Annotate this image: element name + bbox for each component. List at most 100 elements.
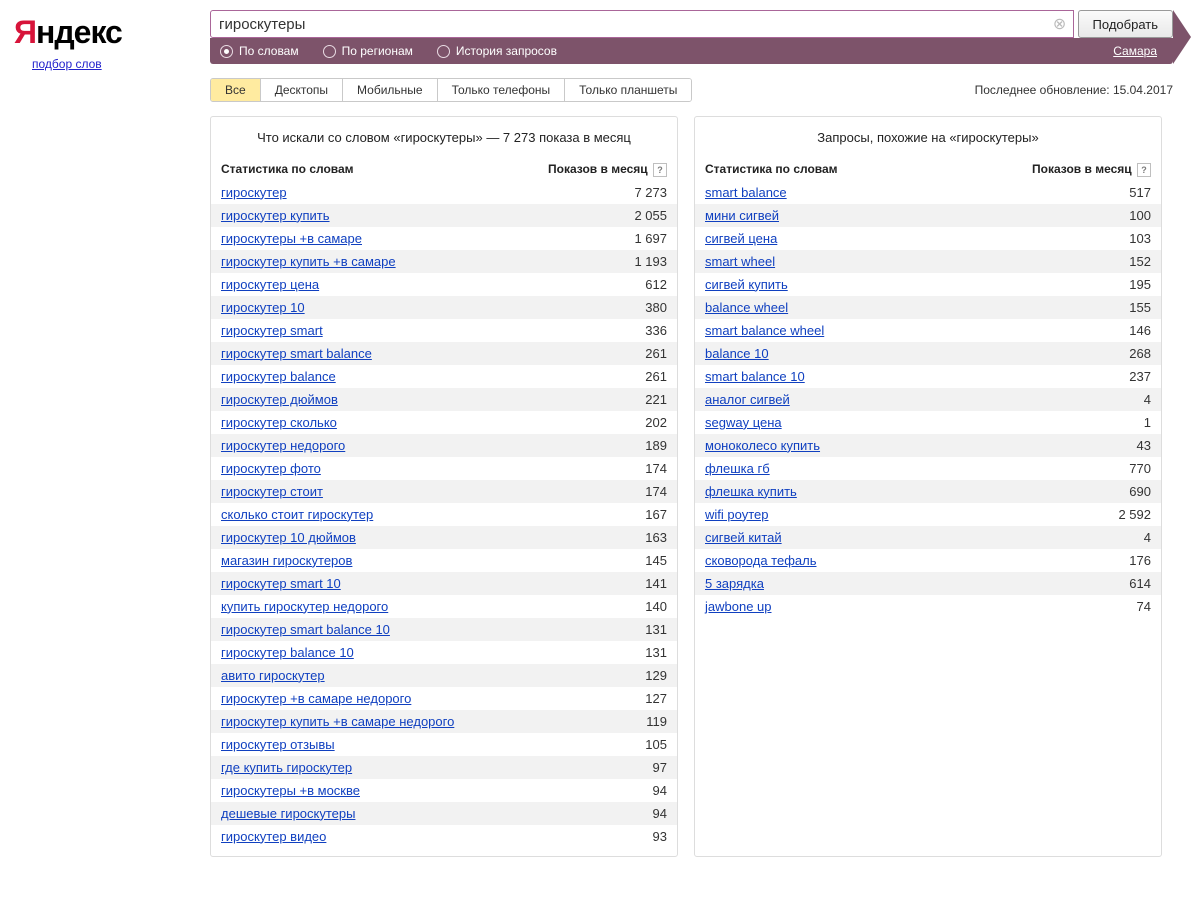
- logo-subtitle-link[interactable]: подбор слов: [32, 57, 102, 71]
- count-value: 612: [547, 277, 667, 292]
- keyword-link[interactable]: авито гироскутер: [221, 668, 325, 683]
- count-value: 380: [547, 300, 667, 315]
- keyword-link[interactable]: smart wheel: [705, 254, 775, 269]
- table-row: гироскутер smart balance261: [211, 342, 677, 365]
- keyword-link[interactable]: где купить гироскутер: [221, 760, 352, 775]
- keyword-link[interactable]: smart balance wheel: [705, 323, 824, 338]
- count-value: 97: [547, 760, 667, 775]
- count-value: 141: [547, 576, 667, 591]
- table-row: купить гироскутер недорого 140: [211, 595, 677, 618]
- count-value: 7 273: [547, 185, 667, 200]
- filter-by-words[interactable]: По словам: [220, 44, 299, 58]
- keyword-link[interactable]: флешка купить: [705, 484, 797, 499]
- keyword-link[interactable]: segway цена: [705, 415, 782, 430]
- keyword-link[interactable]: гироскутер недорого: [221, 438, 345, 453]
- keyword-link[interactable]: гироскутер balance: [221, 369, 336, 384]
- keyword-link[interactable]: гироскутер отзывы: [221, 737, 335, 752]
- table-row: гироскутер стоит 174: [211, 480, 677, 503]
- keyword-link[interactable]: гироскутер фото: [221, 461, 321, 476]
- count-value: 4: [1031, 392, 1151, 407]
- filter-history[interactable]: История запросов: [437, 44, 557, 58]
- help-icon[interactable]: ?: [653, 163, 667, 177]
- keyword-link[interactable]: гироскутер купить +в самаре: [221, 254, 396, 269]
- keyword-link[interactable]: гироскутер smart: [221, 323, 323, 338]
- filters-bar: По словам По регионам История запросов С…: [210, 38, 1173, 64]
- keyword-link[interactable]: сигвей купить: [705, 277, 788, 292]
- keyword-link[interactable]: аналог сигвей: [705, 392, 790, 407]
- table-row: гироскутер smart 10 141: [211, 572, 677, 595]
- table-row: гироскутер smart balance 10131: [211, 618, 677, 641]
- keyword-link[interactable]: флешка гб: [705, 461, 770, 476]
- count-value: 163: [547, 530, 667, 545]
- left-panel: Что искали со словом «гироскутеры» — 7 2…: [210, 116, 678, 857]
- table-row: гироскутер фото174: [211, 457, 677, 480]
- keyword-link[interactable]: smart balance 10: [705, 369, 805, 384]
- count-value: 105: [547, 737, 667, 752]
- keyword-link[interactable]: гироскутер цена: [221, 277, 319, 292]
- keyword-link[interactable]: сигвей цена: [705, 231, 777, 246]
- keyword-link[interactable]: гироскутер видео: [221, 829, 326, 844]
- table-row: сковорода тефаль176: [695, 549, 1161, 572]
- keyword-link[interactable]: моноколесо купить: [705, 438, 820, 453]
- tab-desktops[interactable]: Десктопы: [261, 79, 343, 101]
- tab-tablets[interactable]: Только планшеты: [565, 79, 691, 101]
- count-value: 129: [547, 668, 667, 683]
- count-value: 127: [547, 691, 667, 706]
- tab-phones[interactable]: Только телефоны: [438, 79, 566, 101]
- table-row: сигвей китай4: [695, 526, 1161, 549]
- keyword-link[interactable]: гироскутер купить: [221, 208, 330, 223]
- keyword-link[interactable]: гироскутер сколько: [221, 415, 337, 430]
- keyword-link[interactable]: гироскутер 10 дюймов: [221, 530, 356, 545]
- logo-ndex: ндекс: [36, 14, 122, 50]
- keyword-link[interactable]: гироскутеры +в самаре: [221, 231, 362, 246]
- keyword-link[interactable]: гироскутер smart 10: [221, 576, 341, 591]
- keyword-link[interactable]: гироскутер дюймов: [221, 392, 338, 407]
- table-row: аналог сигвей 4: [695, 388, 1161, 411]
- keyword-link[interactable]: магазин гироскутеров: [221, 553, 352, 568]
- keyword-link[interactable]: мини сигвей: [705, 208, 779, 223]
- search-input[interactable]: [211, 11, 1047, 37]
- count-value: 174: [547, 484, 667, 499]
- keyword-link[interactable]: гироскутер balance 10: [221, 645, 354, 660]
- submit-button[interactable]: Подобрать: [1078, 10, 1173, 38]
- table-row: гироскутер smart336: [211, 319, 677, 342]
- tab-all[interactable]: Все: [211, 79, 261, 101]
- keyword-link[interactable]: smart balance: [705, 185, 787, 200]
- count-value: 189: [547, 438, 667, 453]
- keyword-link[interactable]: дешевые гироскутеры: [221, 806, 355, 821]
- keyword-link[interactable]: сковорода тефаль: [705, 553, 816, 568]
- keyword-link[interactable]: гироскутер купить +в самаре недорого: [221, 714, 454, 729]
- keyword-link[interactable]: wifi роутер: [705, 507, 768, 522]
- keyword-link[interactable]: гироскутер smart balance 10: [221, 622, 390, 637]
- right-col-count: Показов в месяц: [1032, 162, 1132, 176]
- clear-icon[interactable]: ⊗: [1047, 11, 1073, 37]
- radio-dot-icon: [437, 45, 450, 58]
- keyword-link[interactable]: сколько стоит гироскутер: [221, 507, 373, 522]
- count-value: 1 697: [547, 231, 667, 246]
- keyword-link[interactable]: гироскутеры +в москве: [221, 783, 360, 798]
- count-value: 140: [547, 599, 667, 614]
- region-selector[interactable]: Самара: [1113, 44, 1163, 58]
- count-value: 268: [1031, 346, 1151, 361]
- keyword-link[interactable]: balance 10: [705, 346, 769, 361]
- keyword-link[interactable]: гироскутер стоит: [221, 484, 323, 499]
- table-row: сигвей цена103: [695, 227, 1161, 250]
- keyword-link[interactable]: гироскутер +в самаре недорого: [221, 691, 411, 706]
- last-update: Последнее обновление: 15.04.2017: [975, 83, 1173, 97]
- keyword-link[interactable]: jawbone up: [705, 599, 772, 614]
- count-value: 152: [1031, 254, 1151, 269]
- tab-mobile[interactable]: Мобильные: [343, 79, 438, 101]
- keyword-link[interactable]: гироскутер: [221, 185, 287, 200]
- keyword-link[interactable]: гироскутер 10: [221, 300, 305, 315]
- table-row: дешевые гироскутеры94: [211, 802, 677, 825]
- help-icon[interactable]: ?: [1137, 163, 1151, 177]
- keyword-link[interactable]: сигвей китай: [705, 530, 782, 545]
- count-value: 131: [547, 645, 667, 660]
- logo[interactable]: Яндекс: [14, 16, 210, 48]
- keyword-link[interactable]: balance wheel: [705, 300, 788, 315]
- filter-by-regions[interactable]: По регионам: [323, 44, 413, 58]
- keyword-link[interactable]: гироскутер smart balance: [221, 346, 372, 361]
- keyword-link[interactable]: 5 зарядка: [705, 576, 764, 591]
- table-row: гироскутеры +в самаре 1 697: [211, 227, 677, 250]
- keyword-link[interactable]: купить гироскутер недорого: [221, 599, 388, 614]
